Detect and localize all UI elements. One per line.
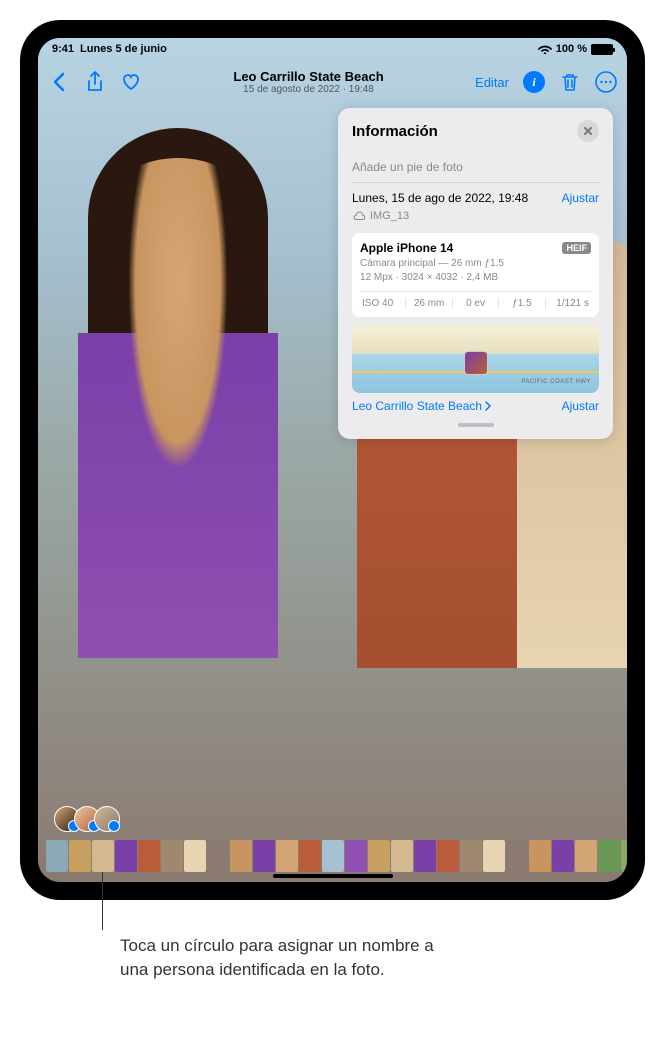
camera-specs: 12 Mpx · 3024 × 4032 · 2,4 MB <box>360 271 591 285</box>
thumbnail[interactable] <box>138 840 160 872</box>
photo-subtitle: 15 de agosto de 2022 · 19:48 <box>142 84 475 95</box>
edit-button[interactable]: Editar <box>475 75 509 90</box>
adjust-location-button[interactable]: Ajustar <box>562 399 599 413</box>
exif-row: ISO 40 26 mm 0 ev ƒ1.5 1/121 s <box>360 291 591 309</box>
info-panel-title: Información <box>352 123 438 140</box>
share-button[interactable] <box>84 71 106 93</box>
more-button[interactable] <box>595 71 617 93</box>
photo-filename: IMG_13 <box>370 210 409 222</box>
back-button[interactable] <box>48 71 70 93</box>
thumbnail[interactable] <box>552 840 574 872</box>
exif-ev: 0 ev <box>453 298 499 309</box>
thumbnail[interactable] <box>483 840 505 872</box>
thumbnail[interactable] <box>115 840 137 872</box>
people-circles-row <box>54 806 114 832</box>
camera-info-card: Apple iPhone 14 HEIF Cámara principal — … <box>352 233 599 317</box>
thumbnail[interactable] <box>253 840 275 872</box>
thumbnail[interactable] <box>69 840 91 872</box>
adjust-datetime-button[interactable]: Ajustar <box>562 191 599 205</box>
thumbnail[interactable] <box>345 840 367 872</box>
map-road-label: PACIFIC COAST HWY <box>521 379 591 385</box>
exif-shutter: 1/121 s <box>546 298 591 309</box>
photo-title: Leo Carrillo State Beach <box>142 69 475 84</box>
thumbnail[interactable] <box>437 840 459 872</box>
thumbnail[interactable] <box>230 840 252 872</box>
exif-focal: 26 mm <box>406 298 452 309</box>
info-panel: Información Añade un pie de foto Lunes, … <box>338 108 613 439</box>
thumbnail[interactable] <box>161 840 183 872</box>
thumbnail[interactable] <box>414 840 436 872</box>
thumbnail[interactable] <box>391 840 413 872</box>
exif-aperture: ƒ1.5 <box>499 298 545 309</box>
thumbnail[interactable] <box>92 840 114 872</box>
screen: 9:41 Lunes 5 de junio 100 % <box>38 38 627 882</box>
battery-percent: 100 % <box>556 43 587 55</box>
person-circle[interactable] <box>94 806 120 832</box>
help-callout: Toca un círculo para asignar un nombre a… <box>20 910 645 1012</box>
panel-handle[interactable] <box>458 423 494 427</box>
photo-datetime: Lunes, 15 de ago de 2022, 19:48 <box>352 191 528 205</box>
thumbnail[interactable] <box>299 840 321 872</box>
thumbnail-strip[interactable] <box>38 840 627 872</box>
caption-input[interactable]: Añade un pie de foto <box>352 152 599 183</box>
thumbnail[interactable] <box>207 840 229 872</box>
status-time: 9:41 <box>52 43 74 55</box>
exif-iso: ISO 40 <box>360 298 406 309</box>
nav-bar: Leo Carrillo State Beach 15 de agosto de… <box>38 62 627 102</box>
info-button[interactable]: i <box>523 71 545 93</box>
status-date: Lunes 5 de junio <box>80 43 167 55</box>
thumbnail[interactable] <box>46 840 68 872</box>
format-badge: HEIF <box>562 242 591 254</box>
thumbnail[interactable] <box>368 840 390 872</box>
thumbnail[interactable] <box>621 840 627 872</box>
thumbnail[interactable] <box>276 840 298 872</box>
status-bar: 9:41 Lunes 5 de junio 100 % <box>38 38 627 60</box>
thumbnail[interactable] <box>460 840 482 872</box>
thumbnail[interactable] <box>529 840 551 872</box>
wifi-icon <box>538 44 552 54</box>
camera-lens: Cámara principal — 26 mm ƒ1.5 <box>360 257 591 271</box>
thumbnail[interactable] <box>598 840 620 872</box>
ipad-device-frame: 9:41 Lunes 5 de junio 100 % <box>20 20 645 900</box>
callout-text: Toca un círculo para asignar un nombre a… <box>120 910 440 982</box>
cloud-icon <box>352 209 366 223</box>
favorite-button[interactable] <box>120 71 142 93</box>
location-link[interactable]: Leo Carrillo State Beach <box>352 399 492 413</box>
location-map[interactable]: PACIFIC COAST HWY <box>352 325 599 393</box>
thumbnail[interactable] <box>575 840 597 872</box>
thumbnail[interactable] <box>322 840 344 872</box>
battery-icon <box>591 44 613 55</box>
home-indicator[interactable] <box>273 874 393 878</box>
thumbnail[interactable] <box>506 840 528 872</box>
trash-button[interactable] <box>559 71 581 93</box>
thumbnail[interactable] <box>184 840 206 872</box>
map-pin-icon <box>464 351 488 375</box>
camera-model: Apple iPhone 14 <box>360 241 453 255</box>
close-info-button[interactable] <box>577 120 599 142</box>
